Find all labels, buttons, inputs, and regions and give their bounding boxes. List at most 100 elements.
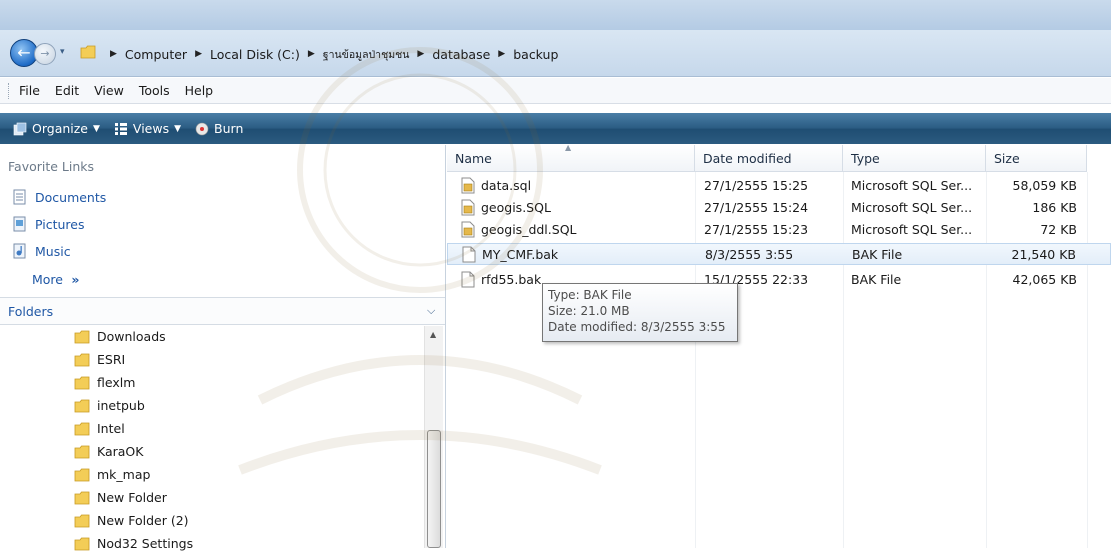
- more-favorites-link[interactable]: More »: [32, 272, 79, 287]
- pictures-icon: [13, 216, 26, 232]
- tree-item-inetpub[interactable]: inetpub: [74, 398, 145, 413]
- folder-label: inetpub: [97, 398, 145, 413]
- navigation-pane: Favorite Links Documents Pictures Music …: [0, 145, 446, 551]
- tree-item-downloads[interactable]: Downloads: [74, 329, 166, 344]
- file-row[interactable]: MY_CMF.bak 8/3/2555 3:55 BAK File 21,540…: [447, 243, 1111, 265]
- tree-item-intel[interactable]: Intel: [74, 421, 125, 436]
- folders-scrollbar[interactable]: ▲: [424, 326, 443, 548]
- sort-ascending-icon: ▲: [565, 143, 572, 152]
- breadcrumb-thai-folder[interactable]: ฐานข้อมูลป่าชุมชน: [323, 46, 410, 63]
- forward-button[interactable]: →: [34, 43, 56, 65]
- file-date: 8/3/2555 3:55: [705, 247, 794, 262]
- file-row[interactable]: geogis.SQL 27/1/2555 15:24 Microsoft SQL…: [447, 197, 1111, 219]
- folder-icon: [74, 422, 90, 435]
- chevron-right-icon[interactable]: ▶: [498, 49, 505, 59]
- menu-file[interactable]: File: [19, 83, 40, 98]
- file-row[interactable]: data.sql 27/1/2555 15:25 Microsoft SQL S…: [447, 175, 1111, 197]
- folder-icon: [74, 491, 90, 504]
- file-name: MY_CMF.bak: [482, 247, 559, 262]
- breadcrumb-database[interactable]: database: [432, 47, 490, 62]
- burn-button[interactable]: Burn: [195, 121, 243, 136]
- folder-label: New Folder: [97, 490, 167, 505]
- music-icon: [13, 243, 26, 259]
- favorite-documents[interactable]: Documents: [13, 189, 106, 205]
- file-row[interactable]: geogis_ddl.SQL 27/1/2555 15:23 Microsoft…: [447, 219, 1111, 241]
- menu-view[interactable]: View: [94, 83, 124, 98]
- favorite-links-title: Favorite Links: [8, 159, 95, 174]
- folder-label: KaraOK: [97, 444, 144, 459]
- file-size: 186 KB: [1032, 200, 1077, 215]
- chevron-right-icon[interactable]: ▶: [417, 49, 424, 59]
- file-name: geogis_ddl.SQL: [481, 222, 577, 237]
- menu-bar: File Edit View Tools Help: [0, 78, 1111, 104]
- command-toolbar: Organize ▼ Views ▼ Burn: [0, 113, 1111, 144]
- chevron-down-icon: ▼: [93, 123, 100, 134]
- column-header-date[interactable]: Date modified: [695, 145, 843, 172]
- folder-icon: [80, 45, 96, 59]
- organize-button[interactable]: Organize ▼: [13, 121, 100, 136]
- scroll-up-icon[interactable]: ▲: [430, 330, 436, 339]
- breadcrumb-computer[interactable]: Computer: [125, 47, 187, 62]
- double-chevron-icon: »: [66, 272, 80, 287]
- organize-label: Organize: [32, 121, 88, 136]
- menu-tools[interactable]: Tools: [139, 83, 170, 98]
- folder-icon: [74, 399, 90, 412]
- tooltip-modified: Date modified: 8/3/2555 3:55: [548, 320, 726, 334]
- file-info-tooltip: Type: BAK File Size: 21.0 MB Date modifi…: [542, 283, 738, 342]
- column-label: Size: [994, 151, 1020, 166]
- recent-pages-dropdown[interactable]: ▾: [60, 47, 70, 57]
- folders-header[interactable]: Folders ⌵: [0, 297, 445, 325]
- chevron-down-icon[interactable]: ⌵: [427, 304, 435, 318]
- folder-label: ESRI: [97, 352, 126, 367]
- tree-item-mk-map[interactable]: mk_map: [74, 467, 150, 482]
- file-list: Name ▲ Date modified Type Size data.sql …: [447, 143, 1111, 548]
- favorite-music[interactable]: Music: [13, 243, 71, 259]
- chevron-right-icon[interactable]: ▶: [110, 49, 117, 59]
- column-header-name[interactable]: Name ▲: [447, 143, 695, 172]
- sql-file-icon: [461, 177, 475, 194]
- views-button[interactable]: Views ▼: [114, 121, 181, 136]
- column-header-type[interactable]: Type: [843, 145, 986, 172]
- favorite-label: Music: [35, 243, 71, 259]
- file-name: data.sql: [481, 178, 532, 193]
- tree-item-flexlm[interactable]: flexlm: [74, 375, 135, 390]
- menu-grip: [8, 82, 11, 99]
- folder-icon: [74, 445, 90, 458]
- file-date: 27/1/2555 15:23: [704, 222, 809, 237]
- tree-item-new-folder[interactable]: New Folder: [74, 490, 167, 505]
- folder-icon: [74, 514, 90, 527]
- file-type: Microsoft SQL Ser...: [851, 222, 973, 237]
- breadcrumb-backup[interactable]: backup: [513, 47, 558, 62]
- blank-file-icon: [462, 246, 476, 263]
- tree-item-esri[interactable]: ESRI: [74, 352, 125, 367]
- tree-item-karaok[interactable]: KaraOK: [74, 444, 143, 459]
- more-label: More: [32, 272, 63, 287]
- folders-title: Folders: [8, 304, 54, 319]
- menu-edit[interactable]: Edit: [55, 83, 79, 98]
- burn-disc-icon: [195, 122, 209, 135]
- folder-icon: [74, 468, 90, 481]
- file-size: 42,065 KB: [1012, 272, 1077, 287]
- window-title-bar: [0, 0, 1111, 30]
- file-type: Microsoft SQL Ser...: [851, 200, 973, 215]
- views-label: Views: [132, 121, 170, 136]
- folder-label: Nod32 Settings: [97, 536, 194, 551]
- scrollbar-thumb[interactable]: [427, 430, 441, 548]
- folder-label: mk_map: [97, 467, 151, 482]
- tooltip-size: Size: 21.0 MB: [548, 304, 630, 318]
- chevron-down-icon: ▼: [174, 123, 182, 134]
- tree-item-new-folder-2[interactable]: New Folder (2): [74, 513, 189, 528]
- file-size: 21,540 KB: [1011, 247, 1076, 262]
- folder-icon: [74, 353, 90, 366]
- menu-help[interactable]: Help: [185, 83, 214, 98]
- column-header-size[interactable]: Size: [986, 145, 1087, 172]
- folder-icon: [74, 537, 90, 550]
- favorite-pictures[interactable]: Pictures: [13, 216, 85, 232]
- folder-icon: [74, 330, 90, 343]
- breadcrumb-local-disk[interactable]: Local Disk (C:): [210, 47, 300, 62]
- sql-file-icon: [461, 199, 475, 216]
- tree-item-nod32-settings[interactable]: Nod32 Settings: [74, 536, 193, 551]
- chevron-right-icon[interactable]: ▶: [308, 49, 315, 59]
- chevron-right-icon[interactable]: ▶: [195, 49, 202, 59]
- folder-label: Downloads: [97, 329, 166, 344]
